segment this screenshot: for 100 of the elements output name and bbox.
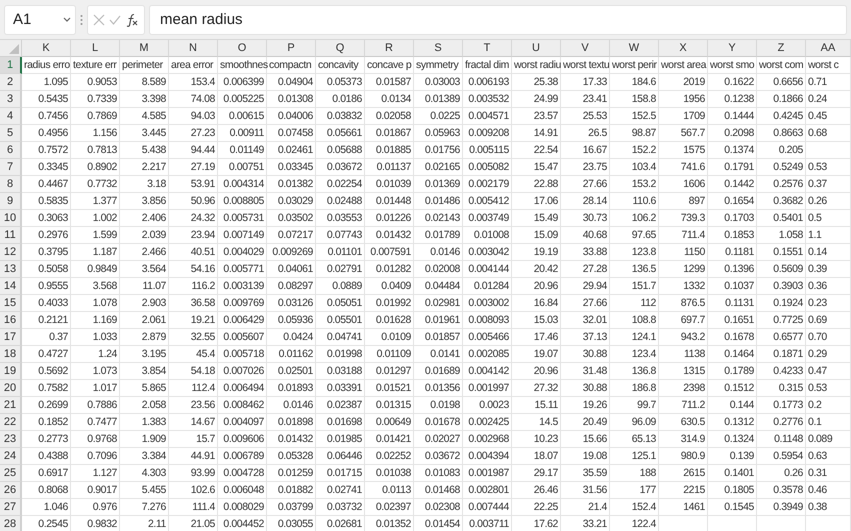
table-cell: 0.1037 [708,278,757,295]
row-header[interactable]: 8 [0,176,22,193]
row-header[interactable]: 24 [0,448,22,465]
table-cell: 0.02981 [414,295,463,312]
column-header[interactable]: K [22,40,71,57]
table-cell: 0.5401 [757,210,806,227]
table-cell: 0.01315 [365,397,414,414]
row-header[interactable]: 25 [0,465,22,482]
row-header[interactable]: 23 [0,431,22,448]
table-cell: 0.37 [22,329,71,346]
row-header[interactable]: 3 [0,91,22,108]
table-cell: 0.01882 [267,482,316,499]
row-header[interactable]: 11 [0,227,22,244]
row-header[interactable]: 12 [0,244,22,261]
table-cell: 0.5954 [757,448,806,465]
table-cell: 0.007026 [218,363,267,380]
table-cell: 0.02501 [267,363,316,380]
row-header[interactable]: 14 [0,278,22,295]
row-header[interactable]: 5 [0,125,22,142]
row-header[interactable]: 10 [0,210,22,227]
column-header[interactable]: Y [708,40,757,57]
table-cell: 0.01885 [365,142,414,159]
table-cell: 1.24 [71,346,120,363]
table-cell: 0.01867 [365,125,414,142]
close-icon[interactable] [93,14,105,26]
row-header[interactable]: 26 [0,482,22,499]
column-header[interactable]: M [120,40,169,57]
table-cell: 0.03345 [267,159,316,176]
table-cell: 0.7096 [71,448,120,465]
table-cell: 0.3682 [757,193,806,210]
row-header[interactable]: 16 [0,312,22,329]
row-header[interactable]: 21 [0,397,22,414]
table-cell: 0.03553 [316,210,365,227]
column-header[interactable]: V [561,40,610,57]
column-header[interactable]: P [267,40,316,57]
row-header[interactable]: 18 [0,346,22,363]
table-cell: 15.66 [561,431,610,448]
table-cell: 0.2 [806,397,851,414]
row-header[interactable]: 4 [0,108,22,125]
table-cell: 0.0146 [267,397,316,414]
table-cell: 0.2121 [22,312,71,329]
table-cell: 0.1442 [708,176,757,193]
row-header[interactable]: 27 [0,499,22,516]
table-cell: 0.1181 [708,244,757,261]
row-header[interactable]: 19 [0,363,22,380]
column-header[interactable]: X [659,40,708,57]
table-cell: 0.01857 [414,329,463,346]
column-header[interactable]: L [71,40,120,57]
name-box[interactable]: A1 [4,4,76,34]
table-cell: 0.004728 [218,465,267,482]
table-cell: 153.2 [610,176,659,193]
table-cell: 29.94 [561,278,610,295]
table-cell: 31.48 [561,363,610,380]
row-header[interactable]: 2 [0,74,22,91]
table-cell: 0.0141 [414,346,463,363]
table-cell: 23.75 [561,159,610,176]
row-header[interactable]: 22 [0,414,22,431]
table-cell: 123.4 [610,346,659,363]
function-icon[interactable] [125,12,139,26]
row-header[interactable]: 1 [0,57,22,74]
column-header[interactable]: Q [316,40,365,57]
table-cell: 2.11 [120,516,169,531]
column-header[interactable]: U [512,40,561,57]
column-header[interactable]: O [218,40,267,57]
table-cell: 0.0889 [316,278,365,295]
table-cell: 0.71 [806,74,851,91]
column-header[interactable]: AA [806,40,851,57]
column-header[interactable]: T [463,40,512,57]
table-cell: 697.7 [659,312,708,329]
row-header[interactable]: 9 [0,193,22,210]
select-all-icon[interactable] [9,44,19,54]
row-header[interactable]: 17 [0,329,22,346]
table-cell: 23.57 [512,108,561,125]
row-header[interactable]: 6 [0,142,22,159]
table-cell: 54.18 [169,363,218,380]
check-icon[interactable] [109,14,121,24]
table-cell: 980.9 [659,448,708,465]
row-header[interactable]: 7 [0,159,22,176]
table-cell: 1.1 [806,227,851,244]
column-header[interactable]: R [365,40,414,57]
row-header[interactable]: 13 [0,261,22,278]
row-header[interactable]: 28 [0,516,22,531]
table-cell: 1.058 [757,227,806,244]
table-cell: 1.095 [22,74,71,91]
table-cell: 0.006399 [218,74,267,91]
table-cell: 0.0186 [316,91,365,108]
table-cell: 0.0134 [365,91,414,108]
column-header[interactable]: W [610,40,659,57]
table-cell: 0.004097 [218,414,267,431]
column-header[interactable]: N [169,40,218,57]
row-header[interactable]: 15 [0,295,22,312]
table-cell: 0.003042 [463,244,512,261]
formula-field[interactable]: mean radius [149,4,847,34]
column-header[interactable]: Z [757,40,806,57]
table-cell: 20.96 [512,363,561,380]
table-cell: 0.9555 [22,278,71,295]
column-header[interactable]: S [414,40,463,57]
table-cell: 0.008093 [463,312,512,329]
row-header[interactable]: 20 [0,380,22,397]
table-cell: 0.9768 [71,431,120,448]
